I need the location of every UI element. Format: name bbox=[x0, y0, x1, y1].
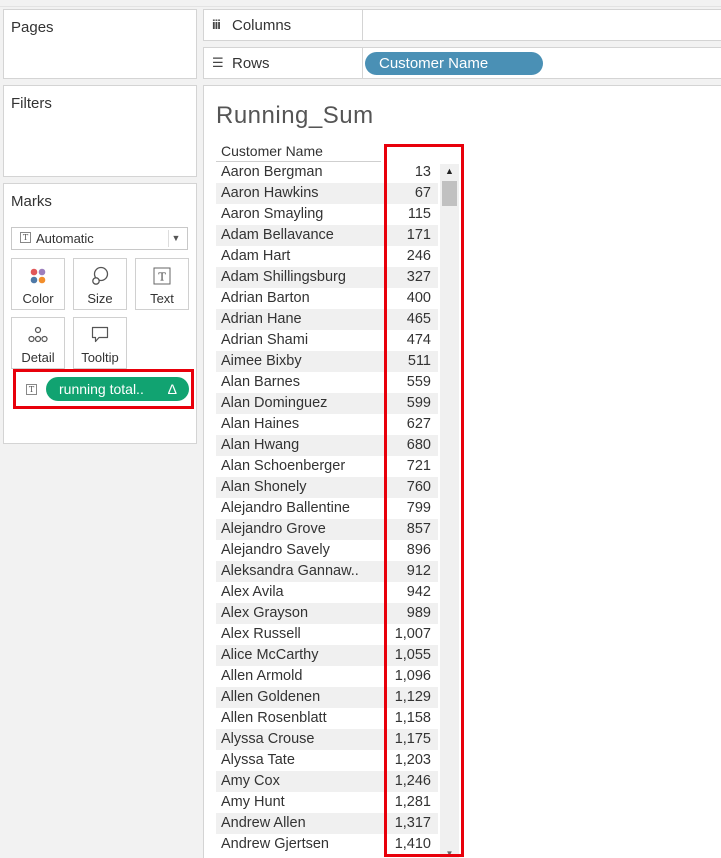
detail-label: Detail bbox=[21, 350, 55, 365]
customer-name-cell[interactable]: Amy Cox bbox=[216, 771, 381, 792]
customer-name-cell[interactable]: Aaron Bergman bbox=[216, 162, 381, 183]
customer-name-cell[interactable]: Alex Avila bbox=[216, 582, 381, 603]
text-button[interactable]: T Text bbox=[135, 258, 189, 310]
customer-name-cell[interactable]: Aaron Smayling bbox=[216, 204, 381, 225]
rows-icon: ☰ bbox=[212, 55, 224, 70]
text-icon: T bbox=[136, 266, 188, 286]
running-total-pill-label: running total.. bbox=[59, 381, 144, 397]
marks-title: Marks bbox=[11, 193, 52, 210]
customer-name-cell[interactable]: Alex Grayson bbox=[216, 603, 381, 624]
svg-text:T: T bbox=[158, 271, 166, 284]
pages-card[interactable]: Pages bbox=[3, 9, 197, 79]
customer-name-cell[interactable]: Alan Dominguez bbox=[216, 393, 381, 414]
color-label: Color bbox=[22, 291, 54, 306]
filters-card[interactable]: Filters bbox=[3, 85, 197, 177]
column-header-customer-name[interactable]: Customer Name bbox=[221, 143, 323, 159]
customer-name-pill[interactable]: Customer Name bbox=[365, 52, 543, 75]
customer-name-cell[interactable]: Adrian Hane bbox=[216, 309, 381, 330]
text-mark-icon: T bbox=[20, 232, 31, 243]
worksheet-title: Running_Sum bbox=[216, 102, 374, 129]
color-icon bbox=[12, 266, 64, 286]
running-sum-column-highlight bbox=[384, 144, 464, 857]
top-toolbar-edge bbox=[0, 0, 721, 7]
delta-icon: Δ bbox=[167, 381, 177, 397]
mark-type-dropdown[interactable]: T Automatic ▼ bbox=[11, 227, 188, 250]
customer-name-cell[interactable]: Allen Goldenen bbox=[216, 687, 381, 708]
tooltip-button[interactable]: Tooltip bbox=[73, 317, 127, 369]
customer-name-cell[interactable]: Andrew Gjertsen bbox=[216, 834, 381, 855]
customer-name-cell[interactable]: Andrew Allen bbox=[216, 813, 381, 834]
customer-name-cell[interactable]: Alan Haines bbox=[216, 414, 381, 435]
customer-name-cell[interactable]: Alejandro Grove bbox=[216, 519, 381, 540]
detail-button[interactable]: Detail bbox=[11, 317, 65, 369]
pages-title: Pages bbox=[11, 19, 54, 36]
shelf-divider bbox=[362, 10, 363, 40]
running-total-pill-highlight: T running total.. Δ bbox=[13, 369, 194, 409]
customer-name-cell[interactable]: Alejandro Savely bbox=[216, 540, 381, 561]
customer-name-cell[interactable]: Adrian Shami bbox=[216, 330, 381, 351]
customer-name-cell[interactable]: Adrian Barton bbox=[216, 288, 381, 309]
mark-type-value: Automatic bbox=[36, 231, 94, 246]
customer-name-cell[interactable]: Alan Barnes bbox=[216, 372, 381, 393]
worksheet-view: Running_Sum Customer Name Aaron Bergman 1… bbox=[203, 85, 721, 858]
customer-name-cell[interactable]: Alex Russell bbox=[216, 624, 381, 645]
customer-name-cell[interactable]: Alan Shonely bbox=[216, 477, 381, 498]
customer-name-cell[interactable]: Adam Hart bbox=[216, 246, 381, 267]
color-button[interactable]: Color bbox=[11, 258, 65, 310]
customer-name-cell[interactable]: Allen Rosenblatt bbox=[216, 708, 381, 729]
customer-name-cell[interactable]: Allen Armold bbox=[216, 666, 381, 687]
customer-name-cell[interactable]: Alyssa Tate bbox=[216, 750, 381, 771]
customer-name-cell[interactable]: Alyssa Crouse bbox=[216, 729, 381, 750]
customer-name-cell[interactable]: Alan Hwang bbox=[216, 435, 381, 456]
customer-name-cell[interactable]: Alan Schoenberger bbox=[216, 456, 381, 477]
customer-name-cell[interactable]: Adam Shillingsburg bbox=[216, 267, 381, 288]
tooltip-label: Tooltip bbox=[81, 350, 119, 365]
customer-name-cell[interactable]: Amy Hunt bbox=[216, 792, 381, 813]
marks-card: Marks T Automatic ▼ Color Size T Text De… bbox=[3, 183, 197, 444]
customer-name-cell[interactable]: Alice McCarthy bbox=[216, 645, 381, 666]
columns-label: Columns bbox=[232, 17, 292, 34]
customer-name-cell[interactable]: Aleksandra Gannaw.. bbox=[216, 561, 381, 582]
columns-icon: iii bbox=[212, 17, 221, 32]
tooltip-icon bbox=[74, 325, 126, 345]
running-total-pill[interactable]: running total.. Δ bbox=[46, 377, 189, 401]
chevron-down-icon[interactable]: ▼ bbox=[168, 230, 183, 247]
size-button[interactable]: Size bbox=[73, 258, 127, 310]
rows-label: Rows bbox=[232, 55, 270, 72]
text-mark-icon: T bbox=[26, 384, 37, 395]
detail-icon bbox=[12, 325, 64, 345]
customer-name-cell[interactable]: Aaron Hawkins bbox=[216, 183, 381, 204]
customer-name-cell[interactable]: Alejandro Ballentine bbox=[216, 498, 381, 519]
customer-name-cell[interactable]: Aimee Bixby bbox=[216, 351, 381, 372]
text-label: Text bbox=[150, 291, 174, 306]
rows-shelf[interactable]: ☰ Rows Customer Name bbox=[203, 47, 721, 79]
filters-title: Filters bbox=[11, 95, 52, 112]
customer-name-cell[interactable]: Adam Bellavance bbox=[216, 225, 381, 246]
shelf-divider bbox=[362, 48, 363, 78]
size-label: Size bbox=[87, 291, 113, 306]
size-icon bbox=[74, 266, 126, 286]
columns-shelf[interactable]: iii Columns bbox=[203, 9, 721, 41]
